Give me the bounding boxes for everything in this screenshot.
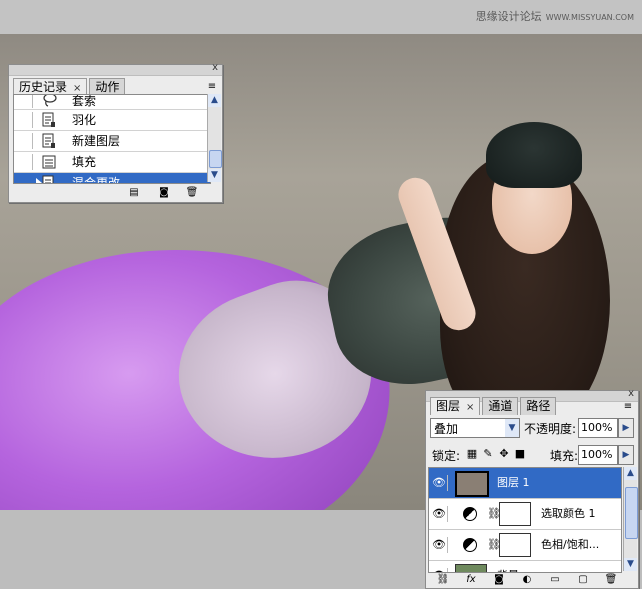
scroll-up-icon[interactable]: ▲	[624, 467, 637, 480]
layers-panel: x 图层 × 通道 路径 ≡ 叠加 ▼ 不透明度: 100% ▶ 锁定: ▦ ✎ …	[425, 388, 639, 589]
history-item-label: 填充	[72, 155, 97, 169]
history-source-checkbox[interactable]	[16, 95, 33, 108]
link-layers-icon[interactable]: ⛓	[436, 573, 450, 586]
lock-transparency-icon[interactable]: ▦	[466, 447, 478, 461]
trash-icon[interactable]: 🗑	[185, 187, 199, 199]
history-item-label: 羽化	[72, 113, 97, 127]
layer-row-selected[interactable]: 👁 图层 1	[429, 468, 621, 499]
watermark-text: 思缘设计论坛	[475, 10, 542, 23]
layers-scrollbar[interactable]: ▲ ▼	[623, 467, 638, 571]
history-item-label: 新建图层	[72, 134, 121, 148]
lock-position-icon[interactable]: ✥	[498, 447, 510, 461]
fill-slider-arrow-icon[interactable]: ▶	[618, 445, 634, 465]
layer-row[interactable]: 👁 ⛓ 色相/饱和...	[429, 530, 621, 561]
panel-menu-icon[interactable]: ≡	[206, 81, 218, 93]
blend-mode-value: 叠加	[434, 422, 459, 436]
history-item[interactable]: 羽化	[14, 110, 210, 131]
history-state-icon	[42, 154, 56, 170]
tab-layers[interactable]: 图层 ×	[430, 397, 481, 415]
history-list: 套索 羽化 新建图层 填充 混合更改	[13, 94, 211, 184]
close-panel-icon[interactable]: x	[212, 62, 218, 73]
watermark-url: WWW.MISSYUAN.COM	[545, 13, 634, 22]
close-panel-icon[interactable]: x	[628, 388, 634, 399]
history-state-icon	[42, 133, 56, 149]
new-document-from-state-icon[interactable]: ▤	[127, 187, 141, 199]
layer-style-icon[interactable]: fx	[464, 573, 478, 586]
tab-paths[interactable]: 路径	[520, 397, 557, 415]
lock-label: 锁定:	[432, 449, 461, 463]
adjustment-layer-icon	[463, 507, 477, 521]
new-adjustment-layer-icon[interactable]: ◐	[520, 573, 534, 586]
history-scrollbar[interactable]: ▲ ▼	[207, 94, 222, 182]
new-group-icon[interactable]: ▭	[548, 573, 562, 586]
trash-icon[interactable]: 🗑	[604, 573, 618, 586]
history-footer: ▤ ◙ 🗑	[9, 184, 222, 202]
history-item[interactable]: 套索	[14, 95, 210, 110]
opacity-label: 不透明度:	[524, 422, 577, 436]
adjustment-layer-icon	[463, 538, 477, 552]
layer-mask-thumbnail[interactable]	[499, 533, 531, 557]
tab-paths-label: 路径	[526, 399, 551, 413]
layer-name: 选取颜色 1	[541, 507, 596, 520]
history-item-label: 套索	[72, 94, 97, 108]
photo-hat	[486, 122, 582, 188]
tab-channels[interactable]: 通道	[482, 397, 519, 415]
eye-icon[interactable]: 👁	[431, 506, 448, 522]
tab-layers-label: 图层	[436, 399, 461, 413]
scroll-down-icon[interactable]: ▼	[624, 558, 637, 571]
history-state-icon	[42, 112, 56, 128]
scroll-thumb[interactable]	[625, 487, 638, 539]
opacity-slider-arrow-icon[interactable]: ▶	[618, 418, 634, 438]
new-layer-icon[interactable]: ▢	[576, 573, 590, 586]
history-state-icon	[42, 175, 56, 183]
eye-icon[interactable]: 👁	[431, 537, 448, 553]
layer-name: 图层 1	[497, 476, 530, 489]
fill-field[interactable]: 100%	[578, 445, 618, 465]
new-snapshot-icon[interactable]: ◙	[157, 187, 171, 199]
eye-icon[interactable]: 👁	[431, 475, 448, 491]
lock-all-icon[interactable]: ■	[514, 447, 526, 461]
panel-title-strip[interactable]: x	[9, 62, 222, 76]
layer-name: 色相/饱和...	[541, 538, 600, 551]
history-item-selected[interactable]: 混合更改	[14, 173, 210, 184]
history-item-label: 混合更改	[72, 176, 121, 184]
layers-tabs: 图层 × 通道 路径	[430, 397, 558, 415]
tab-close-icon[interactable]: ×	[466, 402, 474, 413]
scroll-thumb[interactable]	[209, 150, 222, 168]
layers-footer: ⛓ fx ◙ ◐ ▭ ▢ 🗑	[426, 572, 638, 588]
lock-image-icon[interactable]: ✎	[482, 447, 494, 461]
history-source-checkbox[interactable]	[16, 133, 33, 149]
add-mask-icon[interactable]: ◙	[492, 573, 506, 586]
scroll-down-icon[interactable]: ▼	[208, 169, 221, 182]
tab-channels-label: 通道	[488, 399, 513, 413]
history-panel: x 历史记录 × 动作 ≡ 套索 羽化 新建图层 填充 混合更改 ▲ ▼ ▤ ◙…	[8, 62, 223, 203]
lock-fill-row: 锁定: ▦ ✎ ✥ ■ 填充: 100% ▶	[430, 444, 634, 465]
layer-list: 👁 图层 1 👁 ⛓ 选取颜色 1 👁 ⛓ 色相/饱和... 👁 背景	[428, 467, 622, 573]
opacity-field[interactable]: 100%	[578, 418, 618, 438]
blend-mode-select[interactable]: 叠加 ▼	[430, 418, 520, 438]
blend-opacity-row: 叠加 ▼ 不透明度: 100% ▶	[430, 418, 634, 440]
history-item[interactable]: 新建图层	[14, 131, 210, 152]
window-top-bar: 思缘设计论坛 WWW.MISSYUAN.COM	[0, 0, 642, 34]
tab-history-label: 历史记录	[19, 80, 68, 94]
layer-row[interactable]: 👁 ⛓ 选取颜色 1	[429, 499, 621, 530]
history-source-checkbox[interactable]	[16, 112, 33, 128]
history-source-checkbox[interactable]	[16, 154, 33, 170]
scroll-up-icon[interactable]: ▲	[208, 94, 221, 107]
layer-mask-thumbnail[interactable]	[499, 502, 531, 526]
lasso-icon	[42, 95, 57, 108]
history-item[interactable]: 填充	[14, 152, 210, 173]
tab-close-icon[interactable]: ×	[73, 83, 81, 94]
layer-thumbnail[interactable]	[455, 471, 489, 497]
panel-menu-icon[interactable]: ≡	[622, 401, 634, 413]
history-source-checkbox[interactable]	[16, 175, 33, 183]
chevron-down-icon[interactable]: ▼	[505, 419, 519, 437]
tab-actions-label: 动作	[95, 80, 120, 94]
watermark: 思缘设计论坛 WWW.MISSYUAN.COM	[476, 8, 634, 24]
fill-label: 填充:	[550, 449, 579, 463]
